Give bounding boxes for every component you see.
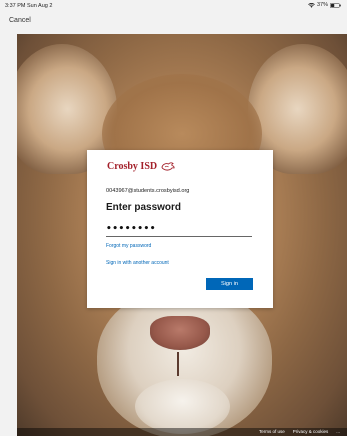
brand: Crosby ISD [107, 161, 175, 172]
cancel-button[interactable]: Cancel [9, 17, 31, 24]
account-email: 0043967@students.crosbyisd.org [106, 188, 190, 194]
status-bar: 3:37 PM Sun Aug 2 37% [0, 0, 347, 12]
forgot-password-link[interactable]: Forgot my password [106, 243, 151, 249]
cougar-nose [150, 316, 210, 350]
cougar-mouth [177, 352, 179, 376]
footer-links: Terms of use Privacy & cookies ... [259, 429, 340, 434]
status-indicators: 37% [308, 2, 341, 8]
cougar-logo-icon [161, 162, 175, 171]
dialog-title: Enter password [106, 202, 182, 213]
status-time: 3:37 PM Sun Aug 2 [5, 3, 53, 9]
other-account-link[interactable]: Sign in with another account [106, 260, 169, 266]
screen: 3:37 PM Sun Aug 2 37% Cancel Terms of us… [0, 0, 347, 436]
battery-icon [330, 2, 341, 8]
brand-name: Crosby ISD [107, 161, 158, 172]
wifi-icon [308, 2, 315, 8]
cougar-chin [135, 379, 230, 434]
terms-of-use-link[interactable]: Terms of use [259, 429, 285, 434]
footer: Terms of use Privacy & cookies ... [17, 428, 347, 436]
sign-in-dialog: Crosby ISD 0043967@students.crosbyisd.or… [87, 150, 273, 308]
more-options-button[interactable]: ... [336, 429, 340, 434]
sign-in-button[interactable]: Sign in [206, 278, 253, 290]
password-field[interactable] [106, 222, 252, 237]
battery-percent: 37% [316, 2, 328, 8]
privacy-cookies-link[interactable]: Privacy & cookies [293, 429, 329, 434]
